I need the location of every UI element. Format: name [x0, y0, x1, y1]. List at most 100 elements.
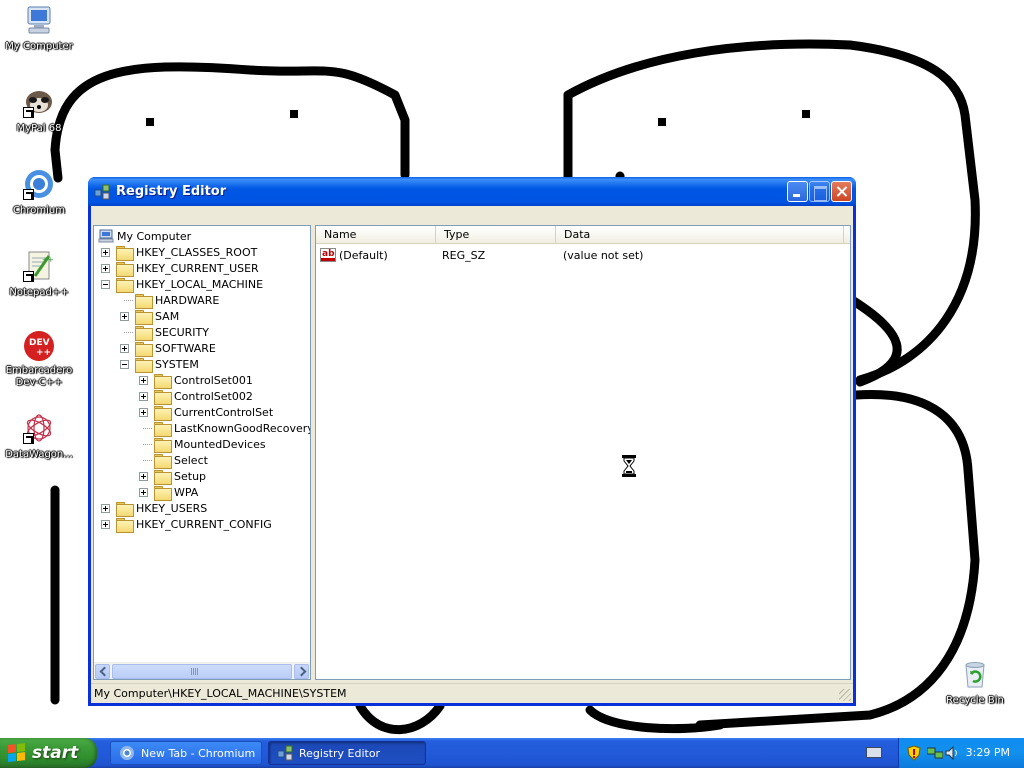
registry-editor-icon	[94, 184, 110, 200]
notepadpp-icon: ++	[23, 250, 55, 282]
tree-item-currentcontrolset[interactable]: CurrentControlSet	[154, 404, 274, 421]
tree-root[interactable]: My Computer	[98, 228, 191, 244]
tree-item-label: My Computer	[117, 229, 192, 243]
list-item[interactable]: ab (Default) REG_SZ (value not set)	[320, 247, 643, 263]
desktop-icon-my-computer[interactable]: My Computer	[0, 4, 78, 53]
taskbar-button-chromium[interactable]: New Tab - Chromium	[110, 741, 262, 765]
expand-plus-icon[interactable]	[139, 392, 148, 401]
taskbar-button-label: New Tab - Chromium	[141, 746, 256, 760]
folder-icon	[116, 245, 134, 261]
tree-item-hkey-classes-root[interactable]: HKEY_CLASSES_ROOT	[116, 244, 257, 261]
column-header-name[interactable]: Name	[316, 226, 436, 244]
tree-item-label: HKEY_USERS	[136, 501, 208, 515]
security-shield-icon[interactable]	[907, 745, 921, 761]
tree-item-controlset002[interactable]: ControlSet002	[154, 388, 253, 405]
folder-icon	[135, 309, 153, 325]
desktop-icon-recycle-bin[interactable]: Recycle Bin	[936, 658, 1014, 707]
tree-item-label: HKEY_LOCAL_MACHINE	[136, 277, 264, 291]
minimize-button[interactable]	[787, 181, 808, 202]
title-bar[interactable]: Registry Editor	[88, 177, 856, 206]
volume-icon[interactable]	[945, 745, 959, 761]
expand-plus-icon[interactable]	[139, 472, 148, 481]
tree-item-sam[interactable]: SAM	[135, 308, 180, 325]
folder-icon	[154, 469, 172, 485]
expand-plus-icon[interactable]	[120, 312, 129, 321]
my-computer-icon	[23, 4, 55, 36]
tree-connector	[143, 428, 152, 429]
string-value-icon: ab	[320, 248, 336, 262]
tree-item-hardware[interactable]: HARDWARE	[135, 292, 220, 309]
tree-connector	[124, 332, 133, 333]
scrollbar-thumb[interactable]	[112, 664, 292, 679]
folder-icon	[154, 421, 172, 437]
expand-plus-icon[interactable]	[101, 264, 110, 273]
tree-item-controlset001[interactable]: ControlSet001	[154, 372, 253, 389]
tree-item-system[interactable]: SYSTEM	[135, 356, 199, 373]
desktop-icon-notepadpp[interactable]: ++ Notepad++	[0, 250, 78, 299]
desktop-icon-datawagon[interactable]: DataWagon...	[0, 412, 78, 461]
network-icon[interactable]	[926, 746, 944, 760]
tree-item-label: HKEY_CURRENT_CONFIG	[136, 517, 272, 531]
tree-item-setup[interactable]: Setup	[154, 468, 206, 485]
clock[interactable]: 3:29 PM	[966, 746, 1010, 759]
tree-item-select[interactable]: Select	[154, 452, 208, 469]
expand-plus-icon[interactable]	[101, 248, 110, 257]
tree-horizontal-scrollbar[interactable]	[94, 662, 310, 679]
expand-plus-icon[interactable]	[120, 344, 129, 353]
collapse-minus-icon[interactable]	[120, 360, 129, 369]
expand-plus-icon[interactable]	[101, 504, 110, 513]
desktop-icon-chromium[interactable]: Chromium	[0, 168, 78, 217]
start-button[interactable]: start	[0, 738, 97, 768]
expand-plus-icon[interactable]	[139, 376, 148, 385]
folder-icon	[154, 437, 172, 453]
tree-item-mounteddevices[interactable]: MountedDevices	[154, 436, 266, 453]
tree-item-label: Select	[174, 453, 208, 467]
collapse-minus-icon[interactable]	[101, 280, 110, 289]
desktop-icon-mypal[interactable]: MyPal 68	[0, 86, 78, 135]
maximize-button[interactable]	[809, 181, 830, 202]
scroll-right-arrow-icon[interactable]	[294, 664, 309, 679]
tree-item-hkey-current-config[interactable]: HKEY_CURRENT_CONFIG	[116, 516, 272, 533]
registry-editor-window[interactable]: Registry Editor My Computer HKEY_CLASSES_…	[88, 177, 856, 706]
tree-item-security[interactable]: SECURITY	[135, 324, 209, 341]
tree-item-wpa[interactable]: WPA	[154, 484, 198, 501]
taskbar-button-registry-editor[interactable]: Registry Editor	[268, 741, 426, 765]
tree-connector	[143, 444, 152, 445]
folder-icon	[135, 357, 153, 373]
expand-plus-icon[interactable]	[139, 488, 148, 497]
folder-icon	[116, 517, 134, 533]
registry-values-list[interactable]: Name Type Data ab (Default) REG_SZ (valu…	[315, 225, 851, 680]
tree-item-label: LastKnownGoodRecovery	[174, 421, 311, 435]
keyboard-icon[interactable]	[866, 747, 882, 758]
registry-tree[interactable]: My Computer HKEY_CLASSES_ROOT HKEY_CURRENT…	[93, 225, 311, 680]
shortcut-arrow-icon	[23, 433, 34, 444]
close-button[interactable]	[831, 181, 852, 202]
tree-item-label: CurrentControlSet	[174, 405, 274, 419]
tree-item-software[interactable]: SOFTWARE	[135, 340, 216, 357]
tree-item-label: SAM	[155, 309, 180, 323]
tree-item-label: SOFTWARE	[155, 341, 216, 355]
tree-connector	[143, 460, 152, 461]
status-bar: My Computer\HKEY_LOCAL_MACHINE\SYSTEM	[91, 683, 853, 703]
tree-item-hkey-local-machine[interactable]: HKEY_LOCAL_MACHINE	[116, 276, 264, 293]
folder-icon	[154, 373, 172, 389]
expand-plus-icon[interactable]	[139, 408, 148, 417]
scroll-left-arrow-icon[interactable]	[95, 664, 110, 679]
column-header-type[interactable]: Type	[436, 226, 556, 244]
tree-item-label: HARDWARE	[155, 293, 220, 307]
tree-item-hkey-current-user[interactable]: HKEY_CURRENT_USER	[116, 260, 259, 277]
folder-icon	[154, 453, 172, 469]
value-data: (value not set)	[563, 248, 644, 262]
desktop-icon-label: Recycle Bin	[946, 695, 1004, 706]
desktop-icon-devcpp[interactable]: DEV ++ Embarcadero Dev-C++	[0, 330, 78, 389]
folder-icon	[135, 293, 153, 309]
taskbar-button-label: Registry Editor	[299, 746, 381, 760]
mypal-icon	[23, 86, 55, 118]
column-header-data[interactable]: Data	[556, 226, 844, 244]
shortcut-arrow-icon	[23, 107, 34, 118]
expand-plus-icon[interactable]	[101, 520, 110, 529]
tree-item-hkey-users[interactable]: HKEY_USERS	[116, 500, 208, 517]
resize-grip-icon[interactable]	[839, 689, 851, 701]
svg-text:++: ++	[42, 256, 54, 264]
tree-item-lastknowngoodrecovery[interactable]: LastKnownGoodRecovery	[154, 420, 311, 437]
